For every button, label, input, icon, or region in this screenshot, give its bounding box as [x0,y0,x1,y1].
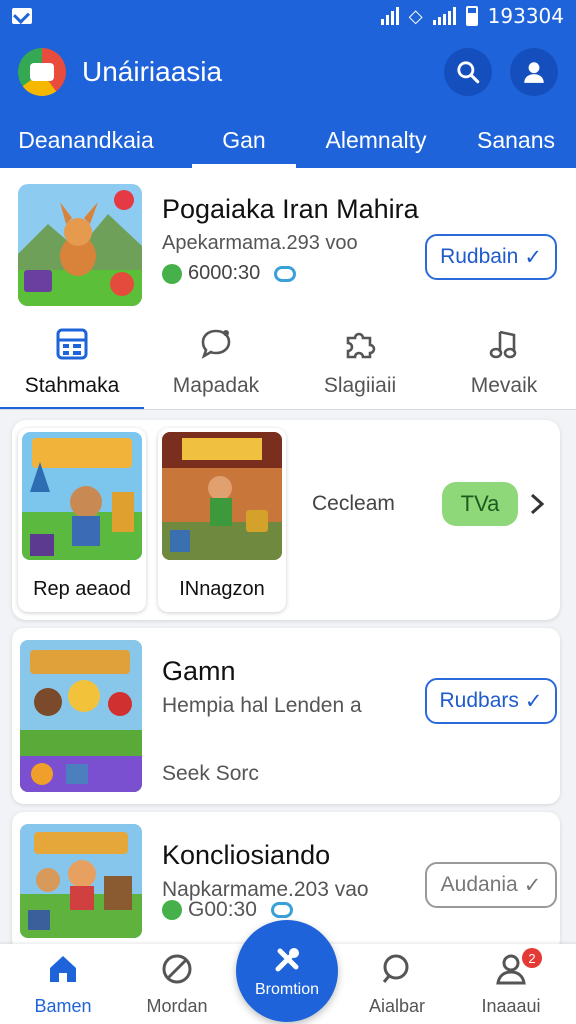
nav-label: Bamen [34,996,92,1016]
account-button[interactable] [510,48,558,96]
game-meta: Seek Sorc [162,762,259,785]
battery-icon [465,6,478,26]
game-art [162,432,282,560]
tab-gan[interactable]: Gan [192,112,296,168]
featured-thumbnail[interactable] [18,184,142,306]
carousel-pill[interactable]: TVa [442,482,518,526]
tools-icon [275,948,299,972]
carousel-caption: INnagzon [179,578,265,600]
carousel-item[interactable]: INnagzon [158,428,286,612]
chevron-right-icon[interactable] [526,492,548,516]
search-button[interactable] [444,48,492,96]
nav-item-aialbar[interactable]: Aialbar [342,952,452,1017]
game-meta-value: G00:30 [188,898,257,921]
category-tab-stahmaka[interactable]: Stahmaka [0,318,144,410]
nav-item-mordan[interactable]: Mordan [122,952,232,1017]
featured-title: Pogaiaka Iran Mahira [162,194,419,224]
grid-icon [56,328,88,360]
category-label: Stahmaka [24,374,120,397]
ring-icon [270,902,293,918]
game-action-label: Rudbars [439,689,519,712]
divider [0,409,576,410]
chat-bubble-icon [201,329,231,359]
carousel-card: Rep aeaod INnagzon Cecleam TVa [12,420,560,620]
check-icon: ✓ [524,245,542,269]
clock: 193304 [487,4,564,28]
featured-action-label: Rudbain [440,245,519,268]
top-tabs: Deanandkaia Gan Alemnalty Sanans [0,112,576,168]
user-icon [524,62,544,83]
app-title: Unáiriaasia [82,56,223,87]
nav-label: Inaaaui [481,996,541,1016]
carousel-item[interactable]: Rep aeaod [18,428,146,612]
check-icon: ✓ [524,689,543,713]
ring-icon [274,265,297,282]
category-tab-slagiiaii[interactable]: Slagiiaii [288,318,432,410]
center-action-button[interactable]: Bromtion [236,920,338,1022]
game-thumbnail [20,824,142,938]
mail-icon [12,8,32,24]
coin-icon [162,263,182,284]
app-logo [18,48,66,96]
game-title: Koncliosiando [162,840,331,870]
featured-meta-value: 6000:30 [188,262,261,284]
category-label: Slagiiaii [323,374,397,397]
featured-meta: 6000:30 [162,262,297,285]
wifi-icon: ◇ [408,5,423,27]
puzzle-icon [346,332,376,359]
featured-subtitle: Apekarmama.293 voo [162,232,358,254]
notification-badge: 2 [522,948,542,968]
signal-icon-2 [432,7,456,25]
coin-icon [162,900,182,920]
nav-item-home[interactable]: Bamen [8,952,118,1017]
search-icon [382,954,409,983]
category-tabs: Stahmaka Mapadak Slagiiaii Mevaik [0,318,576,410]
tab-sanans[interactable]: Sanans [456,112,576,168]
block-icon [162,954,192,984]
featured-action-button[interactable]: Rudbain ✓ [425,234,557,280]
category-label: Mapadak [172,374,260,397]
search-icon [457,61,480,84]
home-icon [50,956,76,982]
category-tab-mevaik[interactable]: Mevaik [432,318,576,410]
check-icon: ✓ [523,873,542,897]
game-action-label: Audania [440,873,518,896]
game-art [22,432,142,560]
tab-deanandkaia[interactable]: Deanandkaia [0,112,172,168]
category-label: Mevaik [470,374,538,397]
center-action-label: Bromtion [254,981,320,998]
tab-alemnalty[interactable]: Alemnalty [306,112,446,168]
carousel-label: Cecleam [312,492,395,515]
game-subtitle: Hempia hal Lenden a [162,694,362,717]
game-card[interactable]: Gamn Hempia hal Lenden a Seek Sorc Rudba… [12,628,560,804]
game-action-button[interactable]: Rudbars ✓ [425,678,557,724]
nav-label: Mordan [146,996,208,1016]
nav-item-inaaaui[interactable]: 2 Inaaaui [456,948,566,1017]
app-bar: Unáiriaasia [0,32,576,112]
game-thumbnail [20,640,142,792]
music-note-icon [489,330,517,359]
carousel-caption: Rep aeaod [33,578,131,600]
status-bar: ◇ 193304 [0,0,576,32]
category-tab-mapadak[interactable]: Mapadak [144,318,288,410]
nav-label: Aialbar [368,996,426,1016]
game-action-button[interactable]: Audania ✓ [425,862,557,908]
game-title: Gamn [162,656,236,686]
game-meta: G00:30 [162,898,293,922]
signal-icon [380,7,399,25]
